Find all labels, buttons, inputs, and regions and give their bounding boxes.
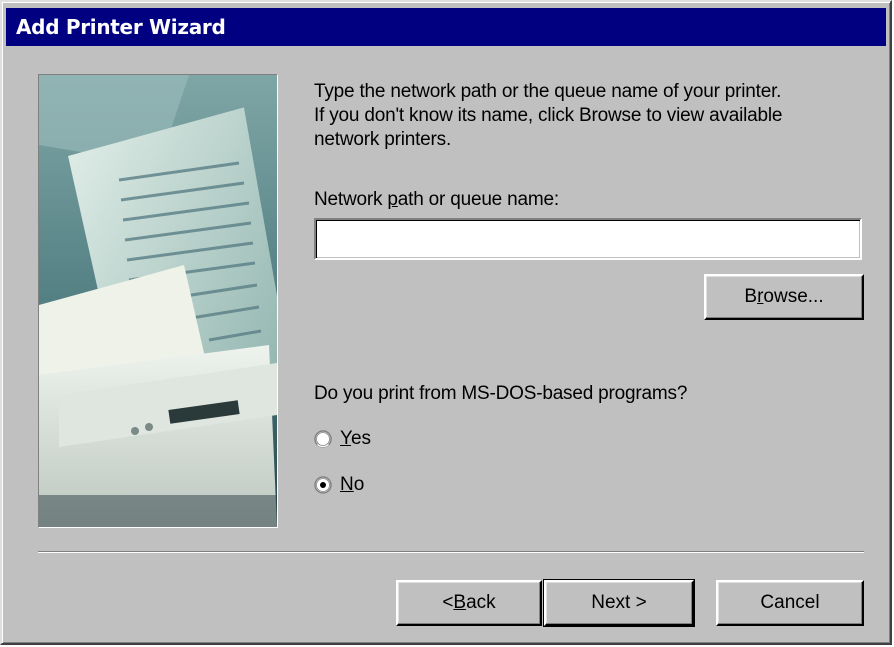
back-accelerator: B bbox=[453, 592, 467, 613]
browse-button[interactable]: Br owse... bbox=[704, 274, 864, 320]
dos-question: Do you print from MS-DOS-based programs? bbox=[314, 383, 688, 404]
network-path-input[interactable] bbox=[314, 218, 862, 260]
label-accelerator: p bbox=[387, 189, 398, 210]
back-button[interactable]: < Back bbox=[396, 580, 542, 626]
label-suffix: ath or queue name: bbox=[397, 189, 559, 210]
radio-unchecked-icon[interactable] bbox=[314, 430, 332, 448]
no-rest: o bbox=[353, 474, 365, 495]
radio-no-label: No bbox=[340, 474, 364, 496]
instructions-line: Type the network path or the queue name … bbox=[314, 81, 782, 102]
radio-yes-label: Yes bbox=[340, 428, 371, 450]
yes-accelerator: Y bbox=[340, 428, 351, 449]
back-suffix: ack bbox=[466, 592, 496, 613]
back-prefix: < bbox=[442, 592, 454, 613]
printer-illustration bbox=[38, 74, 278, 528]
network-path-label: Network path or queue name: bbox=[314, 188, 559, 212]
no-accelerator: N bbox=[340, 474, 354, 495]
browse-suffix: owse... bbox=[763, 286, 824, 307]
instructions-text: Type the network path or the queue name … bbox=[314, 80, 870, 152]
next-button[interactable]: Next > bbox=[543, 579, 695, 627]
cancel-button[interactable]: Cancel bbox=[716, 580, 864, 626]
radio-yes[interactable]: Yes bbox=[314, 426, 371, 452]
label-prefix: Network bbox=[314, 189, 388, 210]
instructions-line: If you don't know its name, click Browse… bbox=[314, 105, 783, 126]
footer-separator bbox=[38, 551, 864, 553]
yes-rest: es bbox=[350, 428, 372, 449]
window-title: Add Printer Wizard bbox=[6, 8, 886, 46]
instructions-line: network printers. bbox=[314, 129, 452, 150]
radio-checked-icon[interactable] bbox=[314, 476, 332, 494]
browse-prefix: B bbox=[744, 286, 758, 307]
radio-no[interactable]: No bbox=[314, 472, 364, 498]
